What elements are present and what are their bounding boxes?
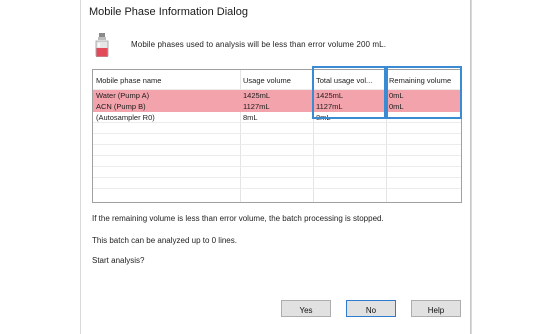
column-header-usage[interactable]: Usage volume xyxy=(240,74,313,88)
dialog-title: Mobile Phase Information Dialog xyxy=(89,6,248,18)
mobile-phase-dialog: Mobile Phase Information Dialog Mobile p… xyxy=(80,0,472,334)
total-usage-highlight-box xyxy=(312,66,386,119)
cell-usage-volume: 1127mL xyxy=(243,102,270,111)
column-header-name[interactable]: Mobile phase name xyxy=(93,74,240,88)
row-divider xyxy=(93,133,461,134)
row-divider xyxy=(93,166,461,167)
cell-usage-volume: 8mL xyxy=(243,113,258,122)
window-edge xyxy=(470,0,471,334)
remaining-volume-highlight-box xyxy=(386,66,462,119)
title-bar[interactable]: Mobile Phase Information Dialog xyxy=(81,0,471,24)
no-button[interactable]: No xyxy=(346,300,396,317)
warning-message: Mobile phases used to analysis will be l… xyxy=(131,40,387,49)
start-analysis-prompt: Start analysis? xyxy=(92,256,145,265)
row-divider xyxy=(93,155,461,156)
stop-condition-text: If the remaining volume is less than err… xyxy=(92,214,384,223)
cell-phase-name: ACN (Pump B) xyxy=(96,102,146,111)
cell-usage-volume: 1425mL xyxy=(243,91,271,100)
yes-button[interactable]: Yes xyxy=(281,300,331,317)
cell-phase-name: (Autosampler R0) xyxy=(96,113,155,122)
row-divider xyxy=(93,188,461,189)
analyzable-lines-text: This batch can be analyzed up to 0 lines… xyxy=(92,236,237,245)
row-divider xyxy=(93,177,461,178)
help-button[interactable]: Help xyxy=(411,300,461,317)
bottle-warning-icon xyxy=(93,33,111,58)
screen: Mobile Phase Information Dialog Mobile p… xyxy=(0,0,551,334)
cell-phase-name: Water (Pump A) xyxy=(96,91,150,100)
row-divider xyxy=(93,144,461,145)
